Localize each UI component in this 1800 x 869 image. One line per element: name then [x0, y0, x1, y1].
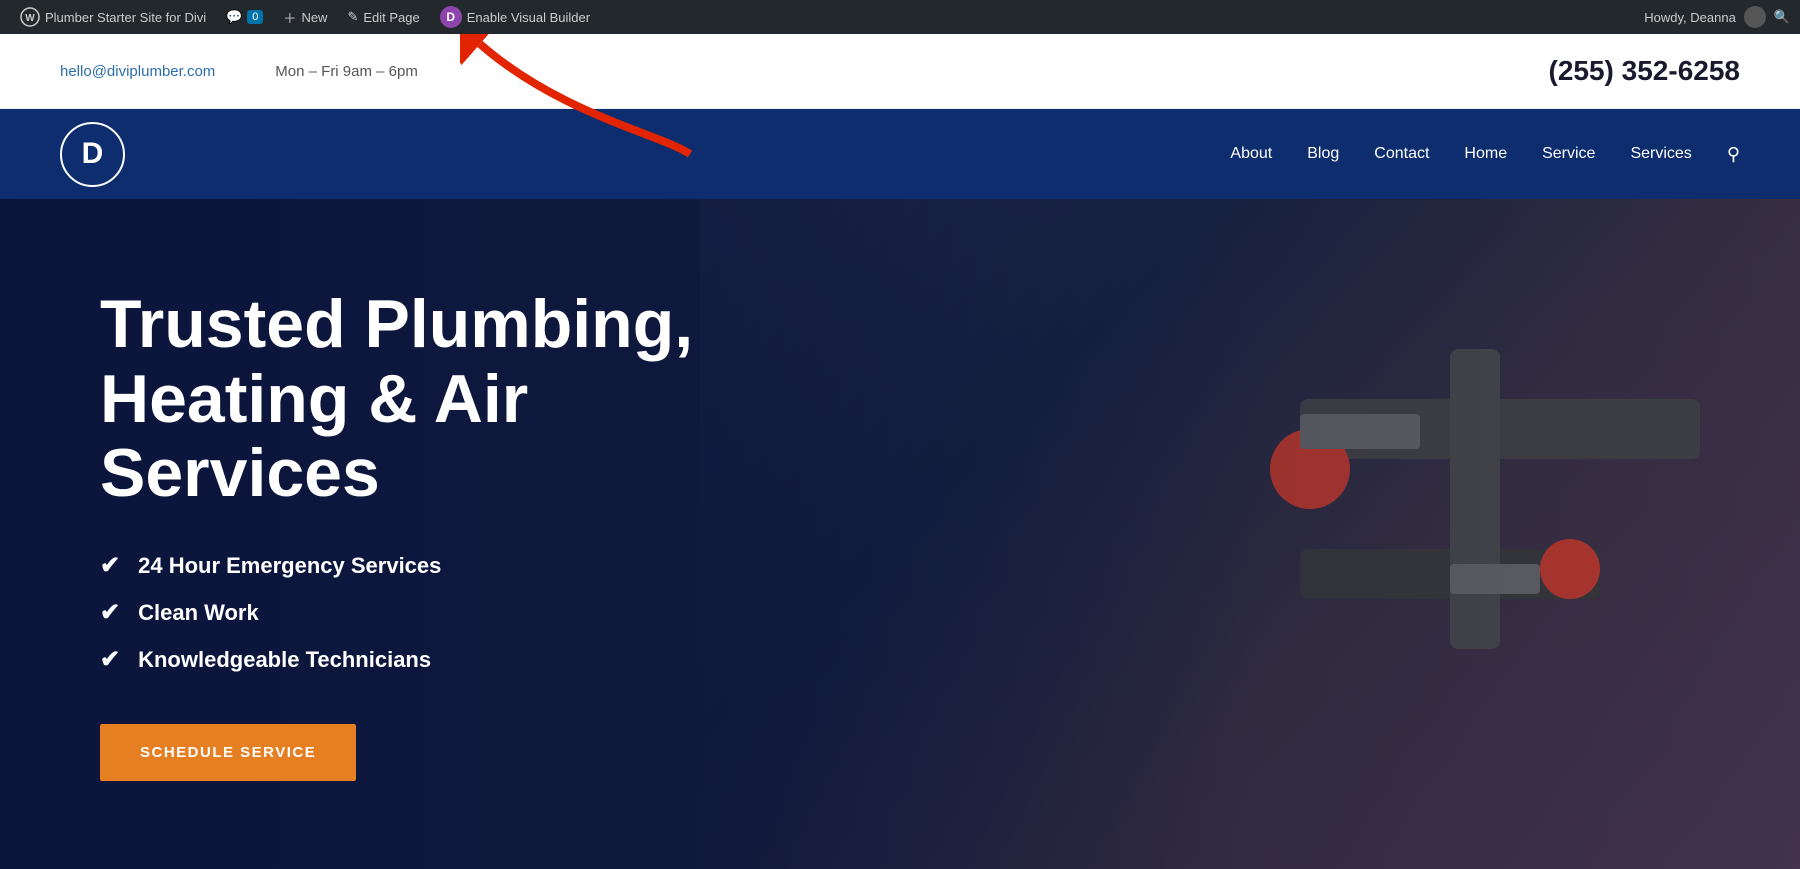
divi-icon: D [440, 6, 462, 28]
email-label: hello@diviplumber.com [60, 63, 215, 80]
nav-item-about[interactable]: About [1230, 145, 1272, 163]
nav-item-contact[interactable]: Contact [1374, 145, 1429, 163]
nav-item-service[interactable]: Service [1542, 145, 1595, 163]
edit-page-item[interactable]: ✎ Edit Page [337, 0, 429, 34]
comment-count: 0 [247, 10, 263, 24]
new-label: New [301, 10, 327, 25]
wp-logo-item[interactable]: W Plumber Starter Site for Divi [10, 0, 216, 34]
nav-link-services[interactable]: Services [1630, 145, 1691, 162]
nav-link-home[interactable]: Home [1464, 145, 1507, 162]
phone-number: (255) 352-6258 [1549, 55, 1740, 87]
howdy-label: Howdy, Deanna [1644, 10, 1736, 25]
checkmark-icon-3: ✔ [100, 645, 120, 674]
feature-label-2: Clean Work [138, 600, 259, 626]
nav-item-home[interactable]: Home [1464, 145, 1507, 163]
cta-button[interactable]: SCHEDULE SERVICE [100, 724, 356, 781]
user-avatar-icon [1744, 6, 1766, 28]
wordpress-icon: W [20, 7, 40, 27]
visual-builder-item[interactable]: D Enable Visual Builder [430, 0, 600, 34]
site-name-label: Plumber Starter Site for Divi [45, 10, 206, 25]
nav-link-blog[interactable]: Blog [1307, 145, 1339, 162]
hours-label: Mon – Fri 9am – 6pm [275, 63, 418, 80]
search-button[interactable]: ⚲ [1727, 144, 1740, 165]
admin-bar-right: Howdy, Deanna 🔍 [1644, 6, 1790, 28]
comment-icon: 💬 [226, 9, 242, 25]
nav-link-service[interactable]: Service [1542, 145, 1595, 162]
hero-features-list: ✔ 24 Hour Emergency Services ✔ Clean Wor… [100, 551, 800, 674]
feature-item-1: ✔ 24 Hour Emergency Services [100, 551, 800, 580]
feature-label-3: Knowledgeable Technicians [138, 647, 431, 673]
nav-bar: D About Blog Contact Home Service Servic… [0, 109, 1800, 199]
feature-item-2: ✔ Clean Work [100, 598, 800, 627]
hero-section: Trusted Plumbing, Heating & Air Services… [0, 199, 1800, 869]
nav-item-services[interactable]: Services [1630, 145, 1691, 163]
checkmark-icon-1: ✔ [100, 551, 120, 580]
top-info-bar: hello@diviplumber.com Mon – Fri 9am – 6p… [0, 34, 1800, 109]
nav-link-contact[interactable]: Contact [1374, 145, 1429, 162]
nav-links: About Blog Contact Home Service Services… [1230, 144, 1740, 165]
feature-label-1: 24 Hour Emergency Services [138, 553, 441, 579]
feature-item-3: ✔ Knowledgeable Technicians [100, 645, 800, 674]
visual-builder-label: Enable Visual Builder [467, 10, 590, 25]
nav-link-about[interactable]: About [1230, 145, 1272, 162]
comments-item[interactable]: 💬 0 [216, 0, 273, 34]
svg-text:W: W [25, 13, 35, 24]
logo[interactable]: D [60, 122, 125, 187]
hero-content: Trusted Plumbing, Heating & Air Services… [0, 287, 900, 781]
edit-page-label: Edit Page [363, 10, 419, 25]
plus-icon: ＋ [283, 8, 296, 27]
new-item[interactable]: ＋ New [273, 0, 337, 34]
edit-icon: ✎ [347, 9, 358, 25]
nav-item-blog[interactable]: Blog [1307, 145, 1339, 163]
nav-item-search[interactable]: ⚲ [1727, 144, 1740, 165]
admin-bar: W Plumber Starter Site for Divi 💬 0 ＋ Ne… [0, 0, 1800, 34]
logo-letter: D [82, 137, 104, 171]
checkmark-icon-2: ✔ [100, 598, 120, 627]
contact-info-group: hello@diviplumber.com Mon – Fri 9am – 6p… [60, 63, 418, 80]
search-admin-icon[interactable]: 🔍 [1774, 9, 1790, 25]
hero-title: Trusted Plumbing, Heating & Air Services [100, 287, 800, 511]
